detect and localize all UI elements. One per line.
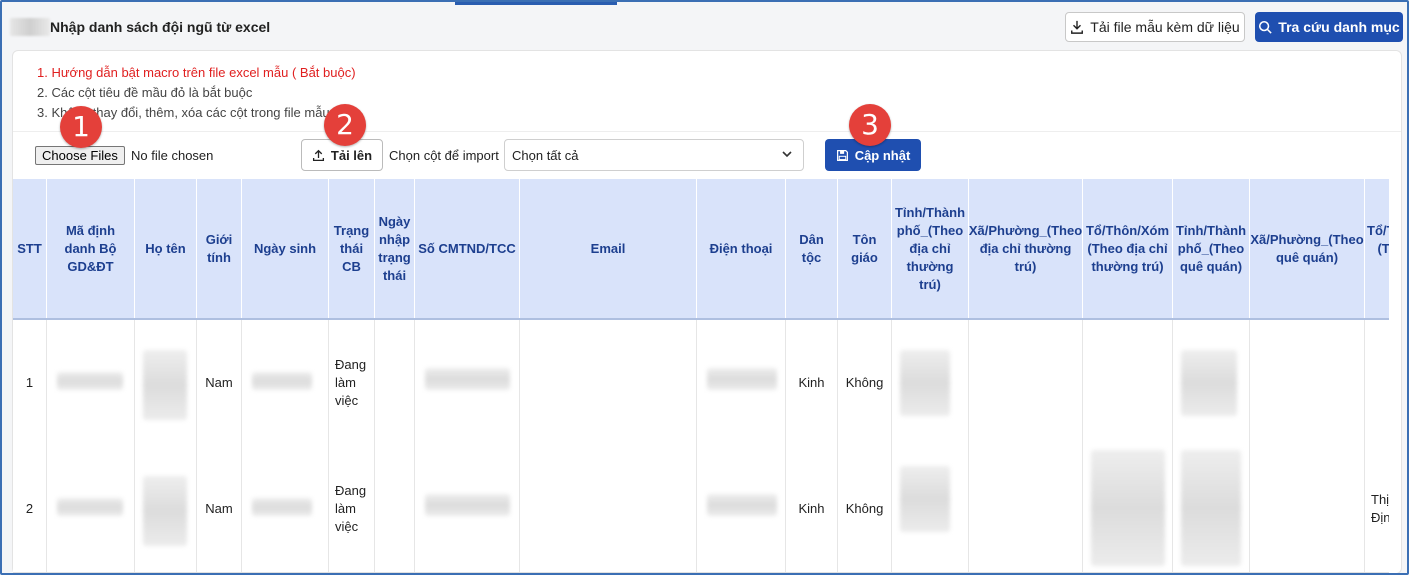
col-status: Trạng thái CB xyxy=(329,179,375,318)
cell-gender: Nam xyxy=(197,446,242,572)
step-badge-3: 3 xyxy=(849,104,891,146)
cell-ward-residence xyxy=(969,446,1083,572)
note-required-columns: 2. Các cột tiêu đề mầu đỏ là bắt buộc xyxy=(37,85,253,100)
col-id: Mã định danh Bộ GD&ĐT xyxy=(47,179,135,318)
col-id-card: Số CMTND/TCC xyxy=(415,179,520,318)
table-header: STT Mã định danh Bộ GD&ĐT Họ tên Giới tí… xyxy=(13,179,1389,320)
choose-files-button[interactable]: Choose Files xyxy=(35,146,125,165)
cell-email xyxy=(520,446,697,572)
import-toolbar: Choose Files No file chosen Tải lên Chọn… xyxy=(13,131,1401,180)
cell-status: Đang làm việc xyxy=(329,446,375,572)
cell-id xyxy=(47,320,135,446)
file-status: No file chosen xyxy=(131,148,214,163)
col-stt: STT xyxy=(13,179,47,318)
col-province-hometown: Tỉnh/Thành phố_(Theo quê quán) xyxy=(1173,179,1250,318)
col-email: Email xyxy=(520,179,697,318)
col-gender: Giới tính xyxy=(197,179,242,318)
cell-status-date xyxy=(375,320,415,446)
cell-hamlet-hometown: Thị Định xyxy=(1365,446,1389,572)
step-badge-1: 1 xyxy=(60,106,102,148)
cell-status: Đang làm việc xyxy=(329,320,375,446)
cell-phone xyxy=(697,320,786,446)
cell-province-hometown xyxy=(1173,320,1250,446)
cell-birthdate xyxy=(242,446,329,572)
cell-gender: Nam xyxy=(197,320,242,446)
note-macro[interactable]: 1. Hướng dẫn bật macro trên file excel m… xyxy=(37,63,356,83)
table-row[interactable]: 1 Nam Đang làm việc Kinh Không xyxy=(13,320,1389,447)
col-religion: Tôn giáo xyxy=(838,179,892,318)
cell-phone xyxy=(697,446,786,572)
cell-hamlet-residence xyxy=(1083,446,1173,572)
lookup-catalog-button[interactable]: Tra cứu danh mục xyxy=(1255,12,1403,42)
col-phone: Điện thoại xyxy=(697,179,786,318)
cell-ward-hometown xyxy=(1250,320,1365,446)
cell-name xyxy=(135,446,197,572)
chevron-down-icon xyxy=(782,151,792,158)
cell-ward-hometown xyxy=(1250,446,1365,572)
step-badge-2: 2 xyxy=(324,104,366,146)
search-icon xyxy=(1259,20,1272,34)
download-template-button[interactable]: Tải file mẫu kèm dữ liệu xyxy=(1065,12,1245,42)
cell-id xyxy=(47,446,135,572)
page-title: Nhập danh sách đội ngũ từ excel xyxy=(50,19,271,35)
col-ethnic: Dân tộc xyxy=(786,179,838,318)
table-row[interactable]: 2 Nam Đang làm việc Kinh Không Thị Định xyxy=(13,446,1389,573)
col-name: Họ tên xyxy=(135,179,197,318)
download-template-label: Tải file mẫu kèm dữ liệu xyxy=(1090,19,1240,35)
blurred-logo xyxy=(10,18,50,36)
cell-id-card xyxy=(415,446,520,572)
cell-ward-residence xyxy=(969,320,1083,446)
cell-birthdate xyxy=(242,320,329,446)
cell-province-residence xyxy=(892,320,969,446)
import-column-select[interactable]: Chọn tất cả xyxy=(504,139,804,171)
page-header: Nhập danh sách đội ngũ từ excel Tải file… xyxy=(10,12,1403,44)
cell-ethnic: Kinh xyxy=(786,320,838,446)
save-icon xyxy=(836,149,848,161)
col-hamlet-residence: Tổ/Thôn/Xóm (Theo địa chỉ thường trú) xyxy=(1083,179,1173,318)
upload-label: Tải lên xyxy=(330,147,373,163)
cell-stt: 2 xyxy=(13,446,47,572)
cell-province-residence xyxy=(892,446,969,572)
cell-stt: 1 xyxy=(13,320,47,446)
import-column-value: Chọn tất cả xyxy=(512,148,579,163)
cell-hamlet-hometown xyxy=(1365,320,1389,446)
staff-table: STT Mã định danh Bộ GD&ĐT Họ tên Giới tí… xyxy=(13,179,1389,573)
cell-religion: Không xyxy=(838,320,892,446)
cell-status-date xyxy=(375,446,415,572)
col-status-date: Ngày nhập trạng thái xyxy=(375,179,415,318)
col-ward-hometown: Xã/Phường_(Theo quê quán) xyxy=(1250,179,1365,318)
cell-email xyxy=(520,320,697,446)
cell-ethnic: Kinh xyxy=(786,446,838,572)
import-column-label: Chọn cột để import xyxy=(389,148,499,163)
active-tab-indicator xyxy=(455,2,617,5)
cell-name xyxy=(135,320,197,446)
update-label: Cập nhật xyxy=(854,147,911,163)
col-hamlet-hometown: Tổ/Thôn/Xóm (Theo quê quán) xyxy=(1365,179,1389,318)
download-icon xyxy=(1071,20,1084,34)
app-frame: Nhập danh sách đội ngũ từ excel Tải file… xyxy=(0,0,1409,575)
import-panel: 1. Hướng dẫn bật macro trên file excel m… xyxy=(12,50,1402,573)
upload-icon xyxy=(312,149,324,161)
col-ward-residence: Xã/Phường_(Theo địa chỉ thường trú) xyxy=(969,179,1083,318)
cell-hamlet-residence xyxy=(1083,320,1173,446)
cell-id-card xyxy=(415,320,520,446)
col-province-residence: Tỉnh/Thành phố_(Theo địa chỉ thường trú) xyxy=(892,179,969,318)
cell-religion: Không xyxy=(838,446,892,572)
cell-province-hometown xyxy=(1173,446,1250,572)
lookup-catalog-label: Tra cứu danh mục xyxy=(1278,19,1400,35)
col-birthdate: Ngày sinh xyxy=(242,179,329,318)
